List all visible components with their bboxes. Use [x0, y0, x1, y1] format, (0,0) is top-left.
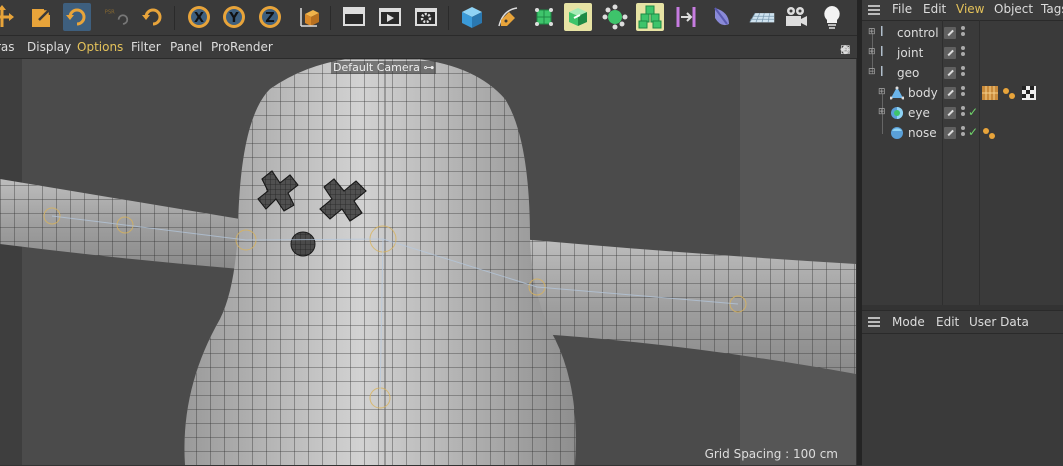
material-tag-icon[interactable] [1022, 86, 1036, 100]
nose-mesh [290, 231, 316, 257]
om-menu-edit[interactable]: Edit [923, 2, 946, 16]
recent-tool-icon[interactable] [139, 3, 167, 31]
null-icon: ⅼ [880, 65, 884, 80]
attribute-manager-menu: Mode Edit User Data [862, 311, 1063, 334]
scale-icon[interactable] [28, 3, 56, 31]
visibility-dots-icon[interactable] [961, 66, 965, 80]
visibility-dots-icon[interactable] [961, 26, 965, 40]
floor-icon[interactable] [745, 3, 779, 31]
viewport-menu-prorender[interactable]: ProRender [211, 40, 273, 54]
object-name: geo [897, 66, 920, 80]
layer-toggle-icon[interactable] [944, 47, 956, 59]
object-row-geo[interactable]: ⊟ ⅼ geo [862, 63, 1063, 83]
am-menu-mode[interactable]: Mode [892, 315, 925, 329]
rotate-icon[interactable] [63, 3, 91, 31]
visibility-dots-icon[interactable] [961, 46, 965, 60]
render-active-view-icon[interactable] [376, 3, 404, 31]
object-manager: File Edit View Object Tags ⊞ ⅼ control ⊞… [862, 0, 1063, 305]
visibility-dots-icon[interactable] [961, 126, 965, 140]
om-menu-file[interactable]: File [892, 2, 912, 16]
expand-icon[interactable]: ⊞ [868, 27, 876, 37]
object-name: body [908, 86, 938, 100]
subdivision-surface-icon[interactable] [530, 3, 558, 31]
deformer-icon[interactable] [672, 3, 700, 31]
object-row-nose[interactable]: nose ✓ [862, 123, 1063, 143]
visibility-dots-icon[interactable] [961, 106, 965, 120]
expand-icon[interactable]: ⊞ [878, 107, 886, 117]
viewport-menu-bar: ras Display Options Filter Panel ProRend… [0, 36, 858, 59]
pen-spline-icon[interactable] [494, 3, 522, 31]
viewport-menu-display[interactable]: Display [27, 40, 71, 54]
maximize-icon[interactable]: ☐ [840, 43, 851, 57]
om-menu-view[interactable]: View [956, 2, 984, 16]
null-icon: ⅼ [880, 45, 884, 60]
x-axis-lock-icon[interactable]: X [185, 3, 213, 31]
object-name: eye [908, 106, 930, 120]
viewport-menu-cameras[interactable]: ras [0, 40, 15, 54]
om-menu-tags[interactable]: Tags [1041, 2, 1063, 16]
expand-icon[interactable]: ⊞ [868, 47, 876, 57]
camera-icon[interactable] [782, 3, 810, 31]
collapse-icon[interactable]: ⊟ [868, 67, 876, 77]
move-icon[interactable] [0, 3, 16, 31]
om-menu-object[interactable]: Object [994, 2, 1033, 16]
skin-tag-icon[interactable] [982, 126, 996, 140]
render-settings-icon[interactable] [412, 3, 440, 31]
viewport-scene [0, 59, 856, 465]
extrude-icon[interactable] [564, 3, 592, 31]
object-row-body[interactable]: ⊞ body [862, 83, 1063, 103]
camera-label[interactable]: Default Camera ⊶ [331, 61, 437, 74]
x-axis-label: X [194, 11, 204, 26]
object-row-control[interactable]: ⊞ ⅼ control [862, 23, 1063, 43]
viewport-menu-options[interactable]: Options [77, 40, 123, 54]
y-axis-lock-icon[interactable]: Y [220, 3, 248, 31]
main-toolbar: PSR X Y Z [0, 0, 862, 36]
psr-lock-icon[interactable]: PSR [101, 3, 131, 31]
cube-icon[interactable] [458, 3, 486, 31]
enabled-check-icon[interactable]: ✓ [968, 105, 978, 119]
layer-toggle-icon[interactable] [944, 127, 956, 139]
coordinate-system-icon[interactable] [296, 3, 324, 31]
menu-hamburger-icon[interactable] [868, 5, 880, 15]
y-axis-label: Y [228, 11, 239, 26]
mograph-cloner-icon[interactable] [601, 3, 629, 31]
layer-toggle-icon[interactable] [944, 27, 956, 39]
viewport-menu-panel[interactable]: Panel [170, 40, 202, 54]
layer-toggle-icon[interactable] [944, 107, 956, 119]
viewport-menu-filter[interactable]: Filter [131, 40, 161, 54]
menu-hamburger-icon[interactable] [868, 317, 880, 327]
visibility-dots-icon[interactable] [961, 86, 965, 100]
object-row-joint[interactable]: ⊞ ⅼ joint [862, 43, 1063, 63]
camera-label-text: Default Camera [333, 61, 420, 74]
null-icon: ⅼ [880, 25, 884, 40]
light-icon[interactable] [818, 3, 846, 31]
layer-toggle-icon[interactable] [944, 67, 956, 79]
3d-viewport[interactable]: Default Camera ⊶ Grid Spacing : 100 cm [0, 59, 856, 465]
object-name: control [897, 26, 939, 40]
object-name: nose [908, 126, 937, 140]
layer-toggle-icon[interactable] [944, 87, 956, 99]
enabled-check-icon[interactable]: ✓ [968, 125, 978, 139]
am-menu-user-data[interactable]: User Data [969, 315, 1029, 329]
object-manager-menu: File Edit View Object Tags [862, 0, 1063, 21]
object-name: joint [897, 46, 924, 60]
array-icon[interactable] [636, 3, 664, 31]
object-row-eye[interactable]: ⊞ eye ✓ [862, 103, 1063, 123]
sphere-icon [891, 127, 903, 139]
camera-icon-small: ⊶ [423, 61, 435, 74]
z-axis-label: Z [265, 11, 274, 26]
weight-tag-icon[interactable] [982, 86, 998, 100]
attribute-manager: Mode Edit User Data [862, 310, 1063, 466]
am-menu-edit[interactable]: Edit [936, 315, 959, 329]
z-axis-lock-icon[interactable]: Z [256, 3, 284, 31]
grid-spacing-label: Grid Spacing : 100 cm [704, 447, 838, 461]
skin-tag-icon[interactable] [1002, 86, 1016, 100]
expand-icon[interactable]: ⊞ [878, 87, 886, 97]
psr-label: PSR [105, 10, 115, 16]
polygon-object-icon [890, 86, 904, 100]
sweep-icon[interactable] [708, 3, 736, 31]
sphere-icon [891, 107, 903, 119]
render-region-icon[interactable] [340, 3, 368, 31]
